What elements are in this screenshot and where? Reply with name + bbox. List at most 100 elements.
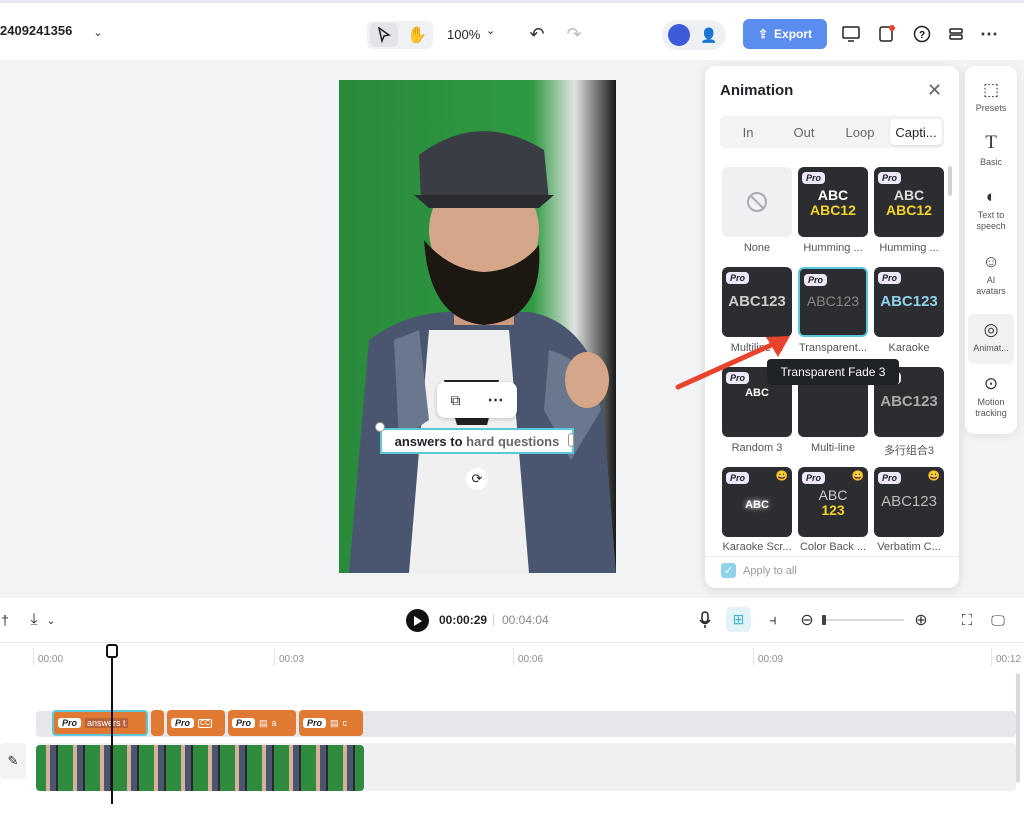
hand-tool-icon[interactable]: ✋ [403, 23, 431, 47]
tile-karaoke-scroll[interactable]: Pro 😀 ABC [722, 467, 792, 537]
more-options-icon[interactable]: ⋯ [488, 390, 504, 410]
rail-animation[interactable]: ◎ Animat... [965, 320, 1017, 353]
tile-label: Transparent... [798, 342, 868, 354]
tile-transparent-fade[interactable]: Pro ABC123 [798, 267, 868, 337]
tab-captions[interactable]: Capti... [890, 119, 942, 145]
avatar[interactable] [668, 24, 690, 46]
rail-ai-avatars[interactable]: ☺ AI avatars [965, 252, 1017, 297]
tile-humming-1[interactable]: Pro ABC ABC12 [798, 167, 868, 237]
tile-verbatim[interactable]: Pro 😀 ABC123 [874, 467, 944, 537]
export-button[interactable]: ⇪ Export [743, 19, 827, 49]
rail-basic[interactable]: T Basic [965, 132, 1017, 167]
tile-preview: ABC123 [728, 293, 786, 310]
tile-karaoke[interactable]: Pro ABC123 [874, 267, 944, 337]
tab-loop[interactable]: Loop [832, 116, 888, 148]
tick-label: 00:12 [996, 654, 1022, 665]
tile-label: Verbatim C... [877, 541, 941, 553]
select-tool-icon[interactable] [370, 23, 398, 47]
total-time: 00:04:04 [502, 613, 549, 627]
tile-color-back[interactable]: Pro 😀 ABC 123 [798, 467, 868, 537]
zoom-in-icon[interactable]: ⊕ [911, 610, 931, 630]
add-user-icon[interactable]: 👤 [698, 24, 720, 46]
rail-text-to-speech[interactable]: ◐ Text to speech [965, 187, 1017, 232]
display-icon[interactable]: 🖵 [988, 610, 1008, 630]
chevron-down-icon[interactable]: ⌄ [90, 23, 106, 41]
caption-text-box[interactable]: answers to hard questions [380, 428, 574, 454]
close-icon[interactable]: ✕ [927, 80, 942, 101]
chevron-down-icon[interactable]: ⌄ [44, 610, 58, 630]
pro-badge: Pro [878, 472, 902, 484]
pro-badge: Pro [804, 274, 828, 286]
tab-in[interactable]: In [720, 116, 776, 148]
rail-presets[interactable]: ⬚ Presets [965, 80, 1017, 113]
resize-handle[interactable] [375, 422, 385, 432]
edit-track-icon[interactable]: ✎ [0, 743, 26, 779]
video-clip[interactable] [36, 745, 364, 791]
tile-preview-accent: 123 [821, 502, 845, 518]
caption-word-2: hard [466, 433, 498, 449]
download-icon[interactable]: ⤓ [24, 610, 44, 630]
caption-word-1: answers to [394, 433, 467, 449]
tile-none[interactable] [722, 167, 792, 237]
tile-preview: ABC [745, 499, 769, 511]
caption-icon: ▤ [330, 717, 339, 728]
play-icon [414, 615, 422, 626]
playback-bar: † ⤓ ⌄ 00:00:29 | 00:04:04 ⊞ ⫞ ⊖ ⊕ ⛶ 🖵 [0, 598, 1024, 642]
shield-icon[interactable] [876, 23, 898, 45]
motion-tracking-icon: ⊙ [983, 374, 999, 393]
split-clip-icon[interactable]: ⫞ [763, 610, 783, 630]
play-button[interactable] [406, 609, 429, 632]
caption-clip[interactable]: Pro ▤ a [228, 710, 296, 736]
magnet-snap-icon[interactable]: ⊞ [726, 607, 751, 632]
project-name[interactable]: 2409241356 [0, 23, 72, 38]
microphone-icon[interactable] [695, 610, 715, 630]
monitor-icon[interactable] [840, 23, 862, 45]
scrollbar[interactable] [948, 166, 952, 196]
pro-badge: Pro [802, 472, 826, 484]
top-bar: 2409241356 ⌄ ✋ 100% ⌄ ↶ ↷ 👤 ⇪ Export ? ⋯ [0, 0, 1024, 60]
help-icon[interactable]: ? [911, 23, 933, 45]
rail-motion-tracking[interactable]: ⊙ Motion tracking [965, 374, 1017, 419]
apply-all-checkbox[interactable]: ✓ [721, 563, 736, 578]
emoji-icon: 😀 [775, 471, 788, 482]
caption-clip[interactable]: Pro ▤ c [299, 710, 363, 736]
zoom-level[interactable]: 100% [447, 27, 480, 42]
tile-label: Random 3 [731, 442, 783, 454]
tile-humming-2[interactable]: Pro ABC ABC12 [874, 167, 944, 237]
tab-out[interactable]: Out [776, 116, 832, 148]
timeline-scrollbar[interactable] [1016, 673, 1020, 783]
undo-icon[interactable]: ↶ [527, 23, 547, 45]
more-icon[interactable]: ⋯ [978, 23, 1000, 45]
duplicate-icon[interactable]: ⧉ [451, 392, 461, 409]
tile-label: Karaoke Scr... [722, 541, 792, 553]
zoom-chevron-icon[interactable]: ⌄ [486, 24, 495, 37]
time-separator: | [492, 612, 496, 626]
current-time: 00:00:29 [439, 613, 488, 627]
emoji-icon: 😀 [927, 471, 940, 482]
redo-icon[interactable]: ↷ [564, 23, 584, 45]
tile-label: Humming ... [879, 242, 939, 254]
tile-label: Multi-line [810, 442, 855, 454]
person-figure [349, 131, 616, 573]
split-icon[interactable]: † [0, 610, 10, 630]
playhead[interactable] [111, 657, 113, 804]
zoom-slider[interactable] [824, 619, 904, 621]
caption-word-3: questions [497, 433, 560, 449]
fit-screen-icon[interactable]: ⛶ [957, 610, 977, 630]
layers-icon[interactable] [945, 23, 967, 45]
tick-mark [513, 648, 514, 666]
text-icon: T [985, 132, 997, 153]
animation-icon: ◎ [983, 320, 999, 339]
playhead-handle[interactable] [106, 644, 118, 658]
caption-clip[interactable]: Pro CC [167, 710, 225, 736]
speech-icon: ◐ [985, 187, 997, 206]
caption-clip[interactable]: Pro answers t [52, 710, 148, 736]
tick-mark [753, 648, 754, 666]
side-handle[interactable] [568, 433, 574, 447]
zoom-slider-thumb[interactable] [822, 615, 826, 625]
tile-preview-accent: ABC12 [886, 202, 932, 218]
rotate-icon[interactable]: ⟳ [466, 468, 488, 490]
zoom-out-icon[interactable]: ⊖ [797, 610, 817, 630]
caption-clip[interactable] [151, 710, 164, 736]
video-preview[interactable]: ⧉ ⋯ answers to hard questions ⟳ [339, 80, 616, 573]
